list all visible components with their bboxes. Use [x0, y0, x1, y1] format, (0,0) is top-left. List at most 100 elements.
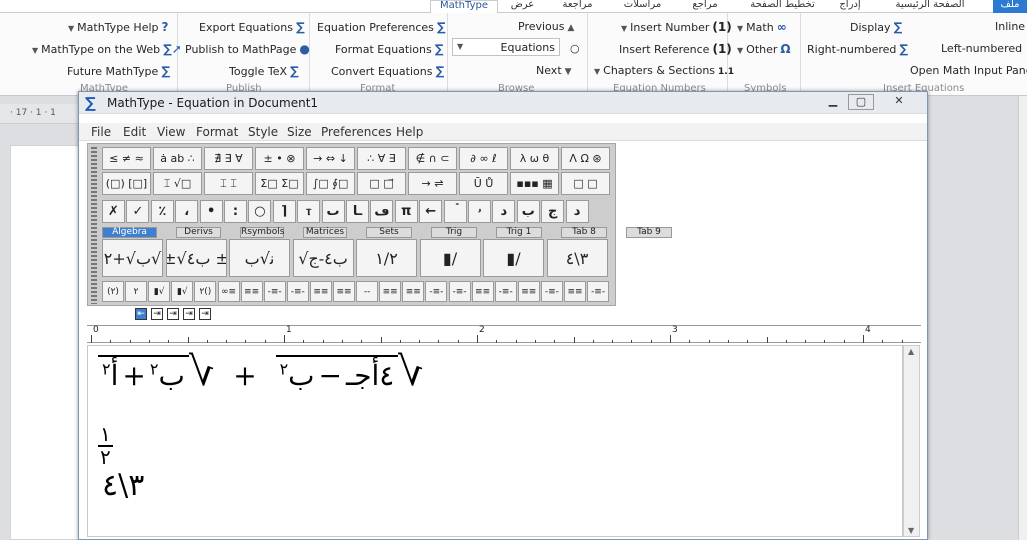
left-numbered-button[interactable]: Left-numbered — [941, 42, 1022, 56]
symbol-palette-button[interactable]: Λ Ω ⊛ — [561, 147, 610, 170]
tab-home[interactable]: الصفحة الرئيسية — [870, 0, 990, 13]
publish-mathpage-button[interactable]: Publish to MathPage ● — [185, 42, 310, 57]
small-bar-button[interactable]: ﺝ — [541, 200, 565, 223]
equation-editor[interactable]: ب۲+أ۲ √ + ٤أجـ−ب۲ √ ۱۲ ٤\۳ — [87, 345, 903, 537]
symbol-palette-button[interactable]: ∉ ∩ ⊂ — [408, 147, 457, 170]
menu-help[interactable]: Help — [396, 125, 423, 139]
palette-tab-algebra[interactable]: Algebra — [102, 227, 157, 238]
tabstop-button[interactable]: ⇥ — [167, 308, 179, 320]
symbol-palette-button[interactable]: λ ω θ — [510, 147, 559, 170]
large-tab-bar-button[interactable]: ۱/۲ — [356, 239, 417, 277]
tab-file[interactable]: ملف — [993, 0, 1027, 13]
small-tab-bar-button[interactable]: ≡≡ — [240, 281, 263, 302]
template-palette-button[interactable]: ∫□ ∮□ — [306, 172, 355, 195]
small-tab-bar-button[interactable]: ۲() — [194, 281, 217, 302]
chapters-sections-button[interactable]: ▼ Chapters & Sections 1.1 — [594, 64, 734, 79]
previous-button[interactable]: Previous ▲ — [518, 20, 574, 35]
symbol-palette-button[interactable]: ≤ ≠ ≈ — [102, 147, 151, 170]
small-tab-bar-button[interactable]: ≡≡ — [471, 281, 494, 302]
math-input-panel-button[interactable]: Open Math Input Panel — [910, 64, 1027, 78]
symbol-palette-button[interactable]: → ⇔ ↓ — [306, 147, 355, 170]
large-tab-bar-button[interactable]: ±√ب٤ ± — [165, 239, 227, 277]
small-tab-bar-button[interactable]: ▮√ — [171, 281, 194, 302]
insert-number-button[interactable]: ▼ Insert Number (1) — [621, 20, 732, 36]
template-palette-button[interactable]: (□) [□] — [102, 172, 151, 195]
small-bar-button[interactable]: : — [224, 200, 247, 223]
small-bar-button[interactable]: ٪ — [150, 200, 174, 223]
template-palette-button[interactable]: Σ□ Σ□ — [255, 172, 304, 195]
small-bar-button[interactable]: • — [199, 200, 223, 223]
symbol-palette-button[interactable]: ∂ ∞ ℓ — [459, 147, 508, 170]
small-bar-button[interactable]: ـا — [346, 200, 369, 223]
display-button[interactable]: Display ∑ — [850, 20, 902, 35]
small-tab-bar-button[interactable]: ≡≡ — [564, 281, 586, 302]
tabstop-button[interactable]: ⇥ — [199, 308, 211, 320]
template-palette-button[interactable]: Ū Ů — [459, 172, 508, 195]
menu-file[interactable]: File — [91, 125, 111, 139]
small-tab-bar-button[interactable]: -- — [356, 281, 379, 302]
palette-grip[interactable] — [91, 147, 97, 304]
small-bar-button[interactable]: ✓ — [126, 200, 150, 223]
small-bar-button[interactable]: ✗ — [102, 200, 125, 223]
palette-tab-derivs[interactable]: Derivs — [176, 227, 221, 238]
small-tab-bar-button[interactable]: ▮√ — [148, 281, 171, 302]
palette-tab-trig-1[interactable]: Trig 1 — [496, 227, 542, 238]
large-tab-bar-button[interactable]: ﻧ√ب — [229, 239, 290, 277]
next-button[interactable]: Next ▼ — [536, 64, 572, 79]
symbol-palette-button[interactable]: ± • ⊗ — [255, 147, 304, 170]
symbol-palette-button[interactable]: ȧ ab ∴ — [153, 147, 202, 170]
inline-button[interactable]: Inline — [995, 20, 1025, 34]
tab-references[interactable]: مراجع — [675, 0, 735, 13]
small-bar-button[interactable]: ۡ — [443, 200, 467, 223]
small-bar-button[interactable]: ڡ — [370, 200, 394, 223]
title-bar[interactable]: ∑ MathType - Equation in Document1 ▁ ▢ ✕ — [79, 92, 927, 114]
template-palette-button[interactable]: □ □⃗ — [357, 172, 406, 195]
palette-tab-tab-9[interactable]: Tab 9 — [626, 227, 672, 238]
small-tab-bar-button[interactable]: ≡≡ — [517, 281, 540, 302]
small-bar-button[interactable]: ﺩ — [492, 200, 516, 223]
menu-preferences[interactable]: Preferences — [321, 125, 392, 139]
template-palette-button[interactable]: ▪▪▪ ▦ — [510, 172, 559, 195]
small-tab-bar-button[interactable]: -≡- — [263, 281, 286, 302]
template-palette-button[interactable]: ⌶ ⌶ — [204, 172, 253, 195]
small-tab-bar-button[interactable]: -≡- — [425, 281, 448, 302]
math-symbols-button[interactable]: ▼ Math ∞ — [737, 20, 787, 36]
small-bar-button[interactable]: ⲧ — [297, 200, 321, 223]
tab-view[interactable]: عرض — [500, 0, 545, 13]
editor-scrollbar[interactable]: ▲ ▼ — [903, 345, 920, 537]
small-bar-button[interactable]: ﺏ — [516, 200, 540, 223]
small-tab-bar-button[interactable]: ≡≡ — [402, 281, 425, 302]
close-button[interactable]: ✕ — [877, 94, 921, 110]
small-bar-button[interactable]: ⌉ — [272, 200, 296, 223]
menu-edit[interactable]: Edit — [123, 125, 146, 139]
palette-tab-sets[interactable]: Sets — [366, 227, 412, 238]
small-bar-button[interactable]: ← — [419, 200, 443, 223]
small-bar-button[interactable]: π — [394, 200, 418, 223]
scroll-down-icon[interactable]: ▼ — [908, 526, 914, 535]
small-tab-bar-button[interactable]: -≡- — [587, 281, 610, 302]
convert-equations-button[interactable]: Convert Equations ∑ — [331, 64, 444, 79]
future-mathtype-button[interactable]: Future MathType ∑ — [67, 64, 170, 79]
small-tab-bar-button[interactable]: ≡≡ — [379, 281, 402, 302]
mathtype-web-button[interactable]: ▼ MathType on the Web ∑➚ — [32, 42, 182, 58]
small-tab-bar-button[interactable]: ۲ — [125, 281, 148, 302]
small-bar-button[interactable]: ٮ — [321, 200, 345, 223]
export-equations-button[interactable]: Export Equations ∑ — [199, 20, 305, 35]
browse-select[interactable]: ▼ Equations — [452, 38, 560, 56]
symbol-palette-button[interactable]: ∄ ∃ ∀ — [204, 147, 253, 170]
right-numbered-button[interactable]: Right-numbered ∑ — [807, 42, 908, 57]
small-bar-button[interactable]: ﺩ — [565, 200, 589, 223]
small-bar-button[interactable]: ، — [175, 200, 199, 223]
tabstop-button[interactable]: ⇥ — [183, 308, 195, 320]
small-bar-button[interactable]: ○ — [248, 200, 272, 223]
palette-tab-trig[interactable]: Trig — [431, 227, 477, 238]
tabstop-button[interactable]: ⇥ — [151, 308, 163, 320]
equation-preferences-button[interactable]: Equation Preferences ∑ — [317, 20, 446, 35]
template-palette-button[interactable]: ⌶ √□ — [153, 172, 202, 195]
tabstop-button[interactable]: ⇤ — [135, 308, 147, 320]
document-page[interactable] — [10, 145, 80, 540]
small-tab-bar-button[interactable]: -≡- — [540, 281, 563, 302]
menu-view[interactable]: View — [157, 125, 185, 139]
large-tab-bar-button[interactable]: ▮/ — [419, 239, 481, 277]
format-equations-button[interactable]: Format Equations ∑ — [335, 42, 443, 57]
